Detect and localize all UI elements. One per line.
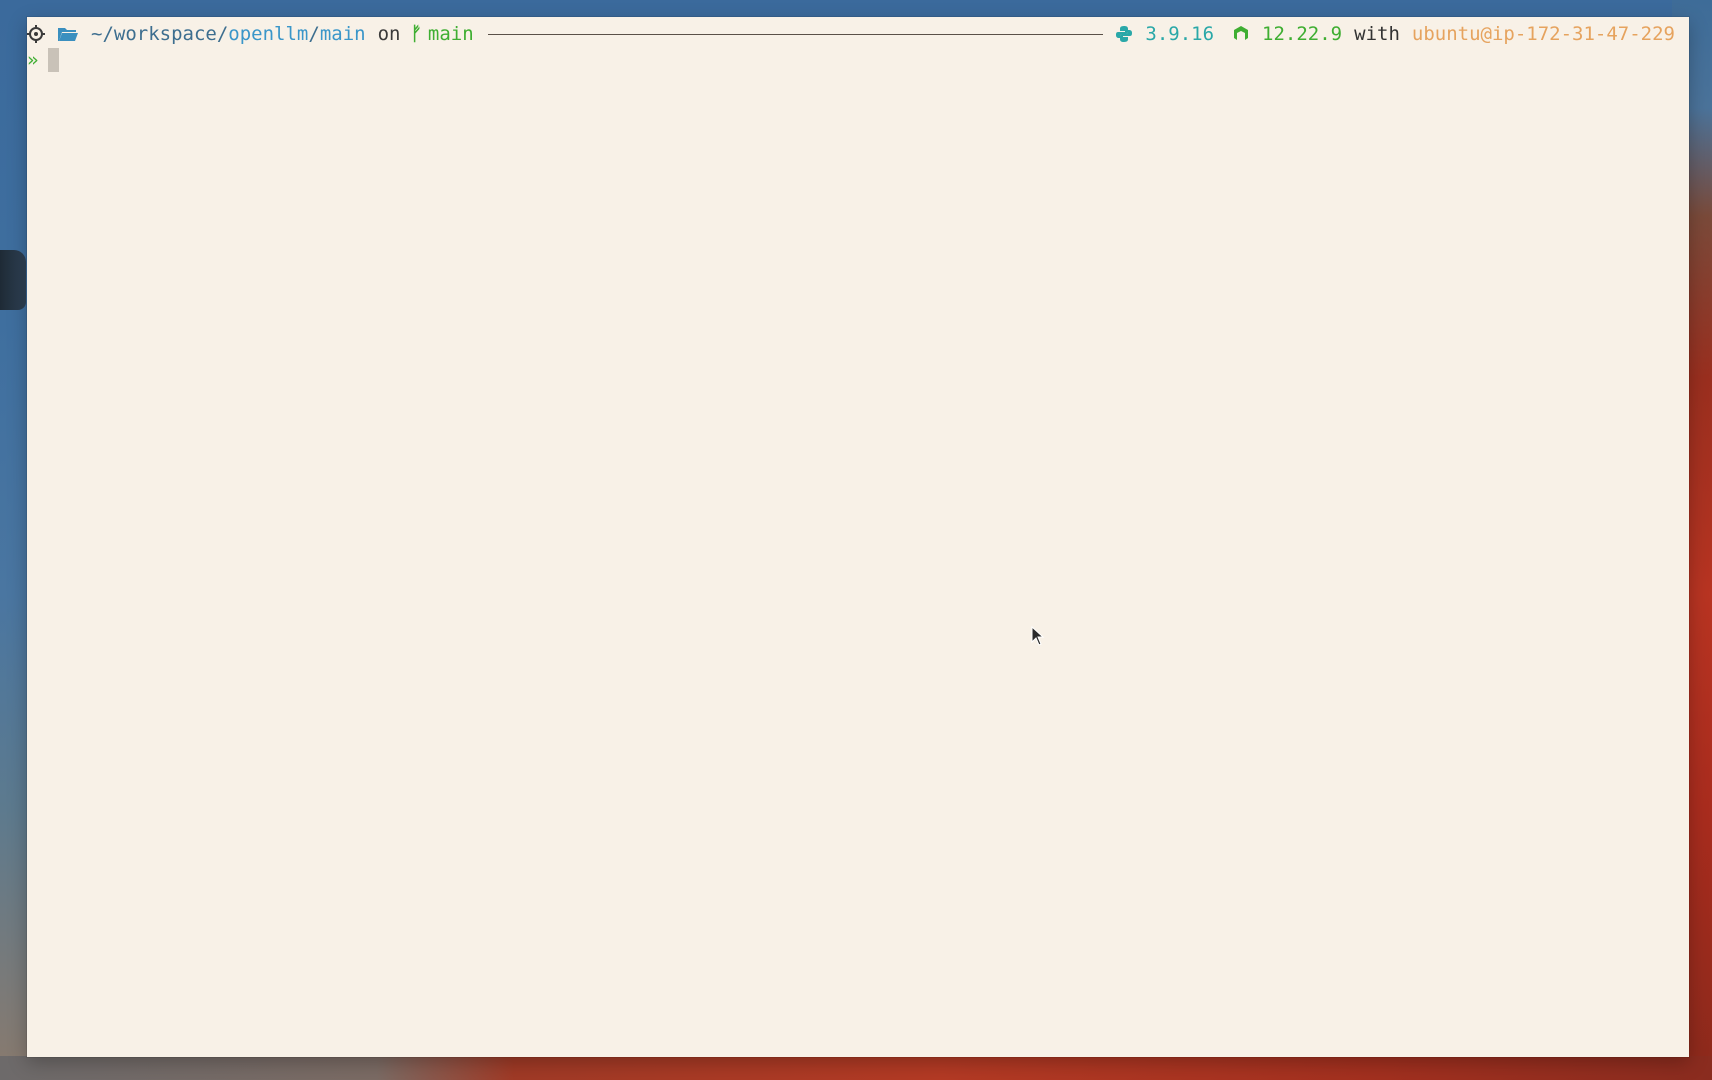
prompt-divider: [487, 33, 1104, 35]
folder-icon: [57, 25, 79, 43]
branch-name: main: [427, 23, 474, 45]
desktop-wallpaper-left: [0, 250, 26, 310]
prompt-line: ~/workspace/openllm / main on ᚠ main 3.9.1…: [27, 21, 1689, 47]
desktop-wallpaper-bottom: [0, 1056, 1712, 1080]
python-icon: [1115, 25, 1133, 43]
git-branch-icon: ᚠ: [410, 23, 422, 45]
with-label: with: [1354, 23, 1400, 45]
mouse-pointer-icon: [1031, 625, 1045, 646]
node-version: 12.22.9: [1262, 23, 1343, 45]
python-version: 3.9.16: [1145, 23, 1215, 45]
path-prefix: ~/workspace/: [91, 23, 229, 45]
gear-icon: [27, 25, 45, 43]
host-name: ubuntu@ip-172-31-47-229: [1411, 23, 1675, 45]
terminal-window[interactable]: ~/workspace/openllm / main on ᚠ main 3.9.1…: [27, 17, 1689, 1057]
on-label: on: [377, 23, 401, 45]
prompt-symbol: »: [27, 49, 39, 71]
text-cursor: [48, 48, 60, 72]
path-separator: /: [308, 23, 320, 45]
command-line[interactable]: »: [27, 47, 60, 73]
node-icon: [1232, 25, 1250, 43]
path-highlight: openllm: [228, 23, 309, 45]
path-tail: main: [319, 23, 366, 45]
